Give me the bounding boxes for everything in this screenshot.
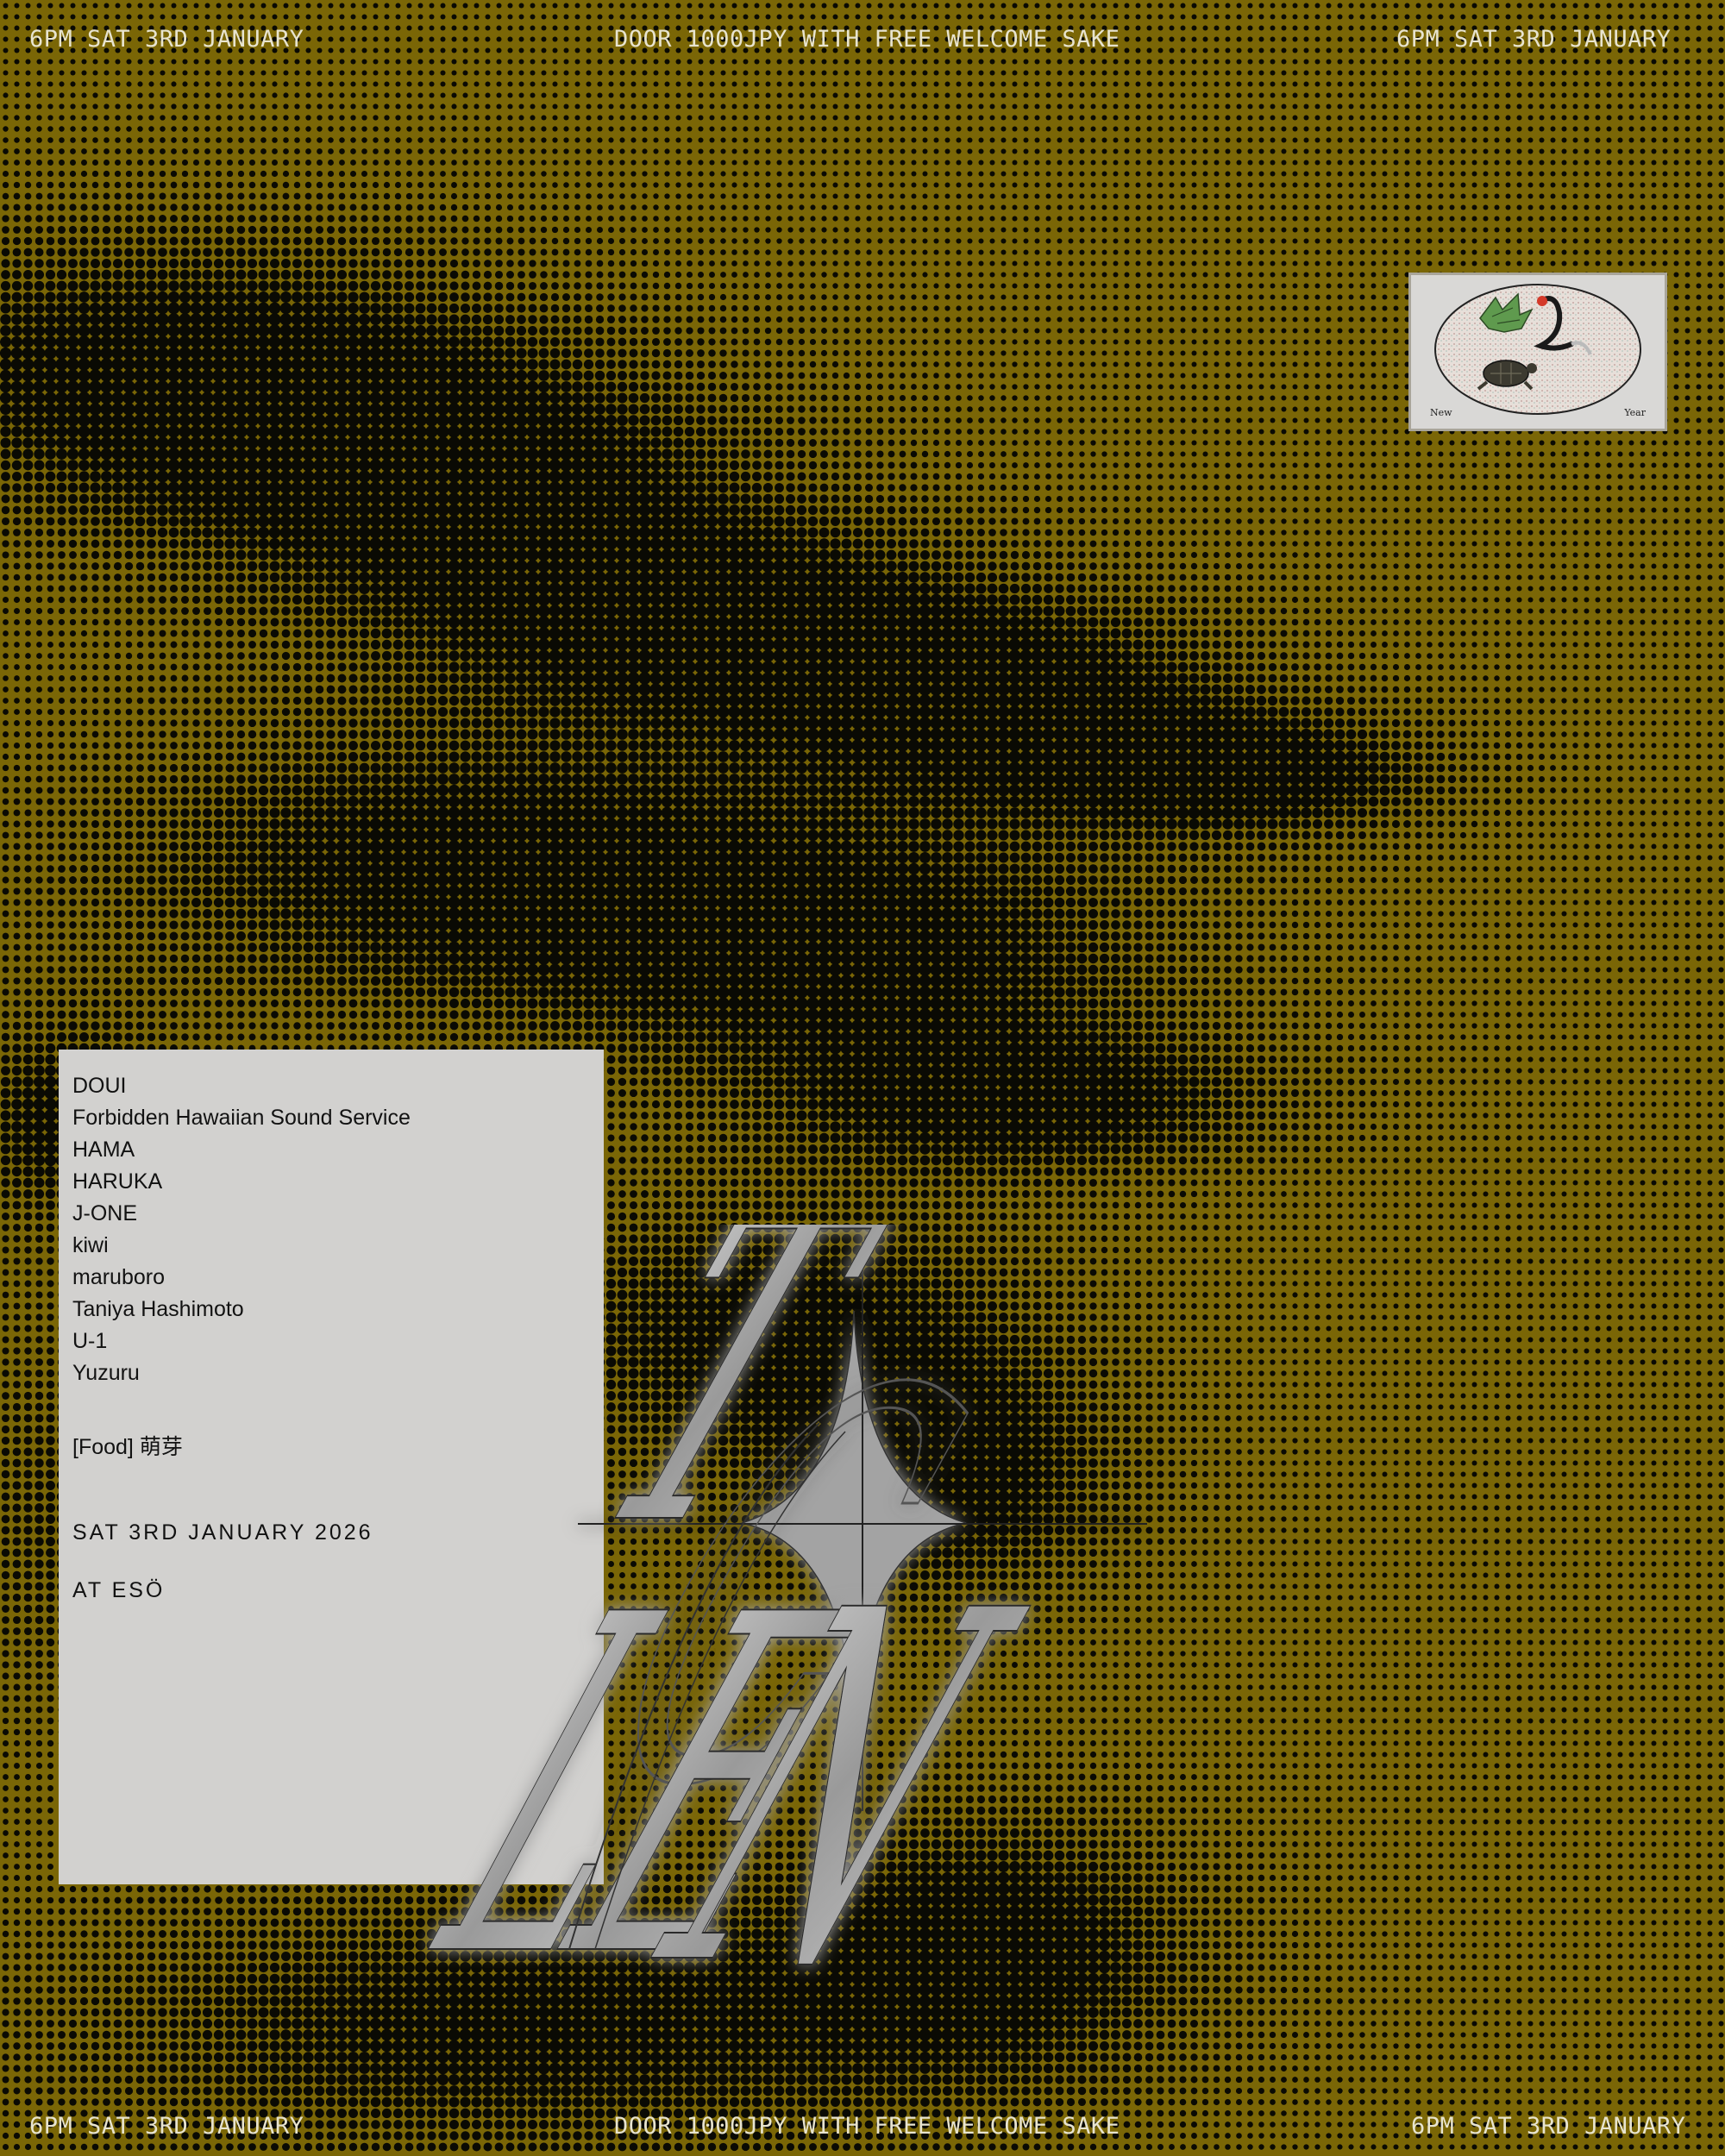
lineup-artist: HAMA <box>72 1134 590 1166</box>
lineup-artist: Forbidden Hawaiian Sound Service <box>72 1102 590 1134</box>
lineup-artist: DOUI <box>72 1070 590 1102</box>
chrome-logo: C T E L N <box>379 1225 1147 2001</box>
footer-center-text: DOOR 1000JPY WITH FREE WELCOME SAKE <box>614 2113 1120 2140</box>
header-left-text: 6PM SAT 3RD JANUARY <box>29 26 304 53</box>
new-year-stamp: New Year <box>1408 273 1667 431</box>
footer-band: 6PM SAT 3RD JANUARY DOOR 1000JPY WITH FR… <box>0 2087 1725 2140</box>
header-band: 6PM SAT 3RD JANUARY DOOR 1000JPY WITH FR… <box>0 0 1725 53</box>
footer-right-text: 6PM SAT 3RD JANUARY <box>1411 2113 1685 2140</box>
stamp-word-left: New <box>1430 407 1452 418</box>
footer-left-text: 6PM SAT 3RD JANUARY <box>29 2113 304 2140</box>
lineup-artist: HARUKA <box>72 1166 590 1198</box>
logo-letterforms: C T E L N <box>379 1225 1075 2001</box>
stamp-word-right: Year <box>1624 407 1646 418</box>
header-right-text: 6PM SAT 3RD JANUARY <box>1396 26 1671 53</box>
header-center-text: DOOR 1000JPY WITH FREE WELCOME SAKE <box>614 26 1120 53</box>
